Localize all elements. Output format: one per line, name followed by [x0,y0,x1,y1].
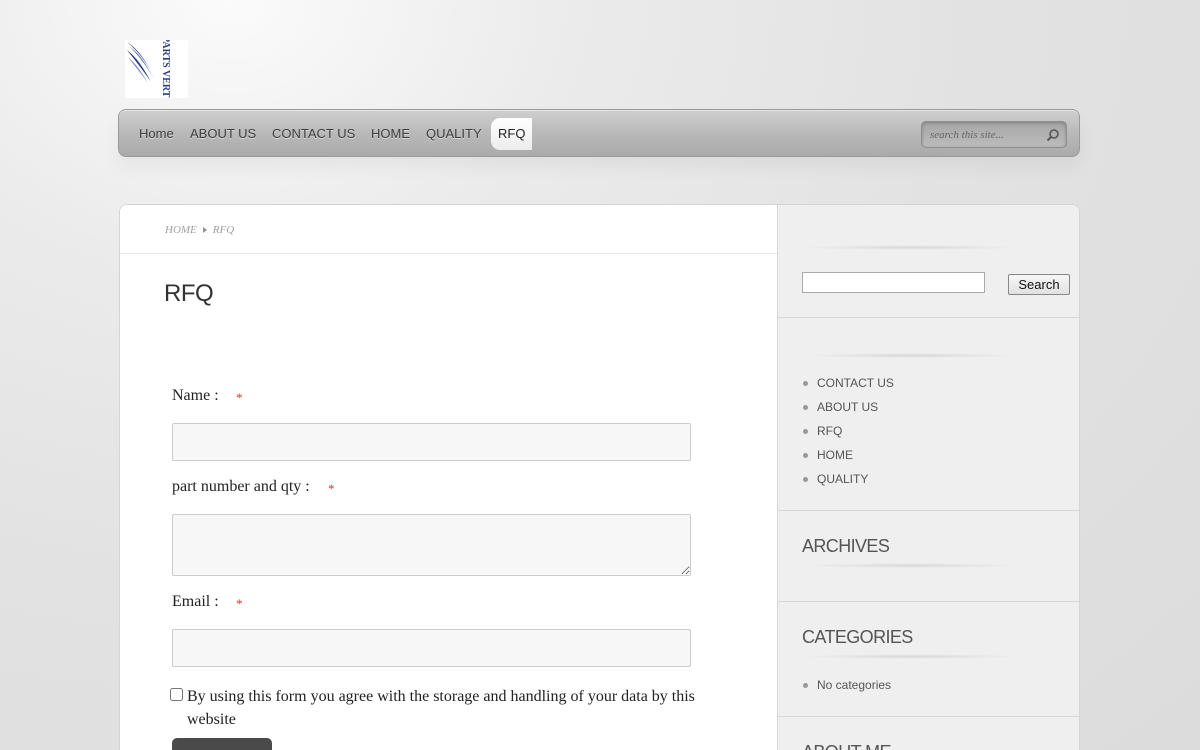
nav-item-about-us[interactable]: ABOUT US [190,126,256,141]
list-item: QUALITY [802,471,894,495]
archives-title: ARCHIVES [802,536,890,556]
sidebar-link-quality[interactable]: QUALITY [817,472,868,486]
categories-list: No categories [802,677,891,701]
search-icon[interactable] [1046,128,1060,142]
email-required-mark: * [236,596,243,611]
name-required-mark: * [236,390,243,405]
sidebar-link-rfq[interactable]: RFQ [817,424,842,438]
breadcrumb-home-link[interactable]: HOME [165,224,197,236]
consent-row: By using this form you agree with the st… [170,685,730,731]
sidebar-search-button[interactable]: Search [1008,274,1070,295]
categories-widget: CATEGORIES No categories [778,602,1079,717]
email-label: Email : [172,593,219,610]
consent-checkbox[interactable] [170,688,183,701]
widget-divider [802,654,1020,659]
main-navigation: Home ABOUT US CONTACT US HOME QUALITY RF… [118,109,1080,157]
about-title: ABOUT ME [802,742,891,750]
sidebar-link-about-us[interactable]: ABOUT US [817,400,878,414]
site-logo[interactable]: PARTS VERTICAL [125,40,188,98]
logo-text: PARTS VERTICAL [160,40,171,98]
list-item: No categories [802,677,891,701]
nav-item-home-upper[interactable]: HOME [371,126,410,141]
logo-wing-icon: PARTS VERTICAL [127,40,171,98]
name-input[interactable] [172,423,691,461]
search-widget: Search [778,205,1079,318]
no-categories-text: No categories [817,678,892,692]
part-number-label: part number and qty : [172,478,310,495]
list-item: RFQ [802,423,894,447]
categories-title: CATEGORIES [802,627,913,647]
sidebar-search-input[interactable] [802,272,985,293]
part-number-textarea[interactable] [172,514,691,576]
main-divider [120,253,777,254]
breadcrumb-arrow-icon [202,227,207,233]
sidebar-link-home[interactable]: HOME [817,448,853,462]
list-item: HOME [802,447,894,471]
nav-item-quality[interactable]: QUALITY [426,126,482,141]
widget-divider [802,563,1020,568]
email-input[interactable] [172,629,691,667]
nav-search-input[interactable] [930,127,1042,142]
breadcrumb: HOME RFQ [165,224,234,236]
about-widget: ABOUT ME [778,717,1079,750]
breadcrumb-current: RFQ [212,224,235,236]
widget-divider [802,245,1020,250]
nav-item-contact-us[interactable]: CONTACT US [272,126,355,141]
page-title: RFQ [164,280,214,307]
pages-widget: CONTACT US ABOUT US RFQ HOME QUALITY [778,318,1079,511]
archives-widget: ARCHIVES [778,511,1079,602]
list-item: ABOUT US [802,399,894,423]
main-column: HOME RFQ RFQ Name : * part number and qt… [120,205,777,750]
nav-search-box [921,121,1067,148]
widget-divider [802,353,1020,358]
part-required-mark: * [328,481,335,496]
list-item: CONTACT US [802,375,894,399]
pages-list: CONTACT US ABOUT US RFQ HOME QUALITY [802,375,894,495]
consent-text: By using this form you agree with the st… [187,688,695,728]
sidebar-link-contact-us[interactable]: CONTACT US [817,376,894,390]
content-panel: HOME RFQ RFQ Name : * part number and qt… [119,204,1080,750]
nav-item-home[interactable]: Home [139,126,174,141]
submit-button[interactable] [172,738,272,750]
name-label: Name : [172,387,219,404]
sidebar: Search CONTACT US ABOUT US RFQ HOME QUAL… [777,205,1079,750]
nav-item-rfq[interactable]: RFQ [491,118,533,150]
